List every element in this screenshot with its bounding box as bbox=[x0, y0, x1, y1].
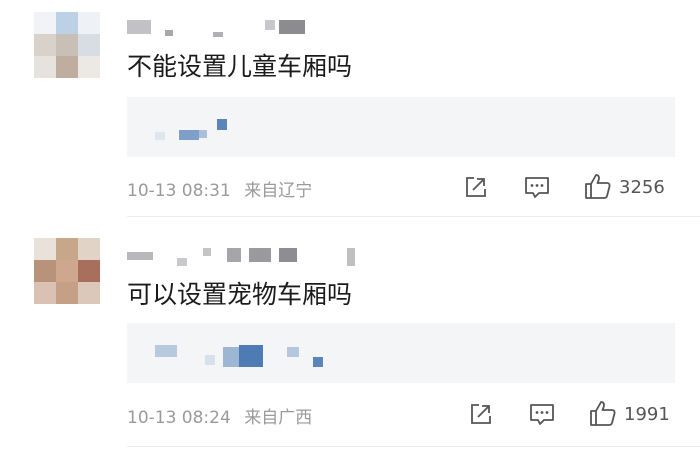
thumbs-up-icon bbox=[590, 401, 616, 426]
comment-time: 10-13 08:31 bbox=[127, 181, 231, 201]
comment-item: 可以设置宠物车厢吗 10-13 08:24 来自广西 1991 bbox=[0, 220, 700, 454]
comment-meta: 10-13 08:24 来自广西 bbox=[127, 403, 312, 428]
username[interactable] bbox=[127, 248, 355, 272]
comment-text: 不能设置儿童车厢吗 bbox=[127, 52, 353, 81]
avatar[interactable] bbox=[34, 12, 100, 78]
comment-button[interactable] bbox=[523, 174, 551, 200]
comment-icon bbox=[525, 177, 549, 198]
comment-button[interactable] bbox=[528, 401, 556, 427]
share-icon bbox=[466, 177, 486, 197]
share-button[interactable] bbox=[463, 174, 489, 200]
comment-meta: 10-13 08:31 来自辽宁 bbox=[127, 176, 312, 201]
comment-location: 来自广西 bbox=[244, 408, 313, 428]
like-count: 3256 bbox=[619, 176, 665, 198]
thumbs-up-icon bbox=[585, 174, 611, 199]
like-count: 1991 bbox=[624, 403, 670, 425]
comment-item: 不能设置儿童车厢吗 10-13 08:31 来自辽宁 3256 bbox=[0, 0, 700, 220]
comment-text: 可以设置宠物车厢吗 bbox=[127, 280, 353, 309]
like-button[interactable]: 1991 bbox=[588, 399, 670, 429]
username[interactable] bbox=[127, 20, 327, 44]
divider bbox=[127, 446, 700, 447]
comment-time: 10-13 08:24 bbox=[127, 408, 231, 428]
comment-icon bbox=[530, 404, 554, 425]
share-icon bbox=[471, 404, 491, 424]
share-button[interactable] bbox=[468, 401, 494, 427]
quoted-reply-block[interactable] bbox=[127, 97, 675, 157]
quoted-reply-block[interactable] bbox=[127, 323, 675, 383]
like-button[interactable]: 3256 bbox=[583, 172, 665, 202]
divider bbox=[127, 216, 700, 217]
comment-location: 来自辽宁 bbox=[244, 181, 313, 201]
avatar[interactable] bbox=[34, 238, 100, 304]
